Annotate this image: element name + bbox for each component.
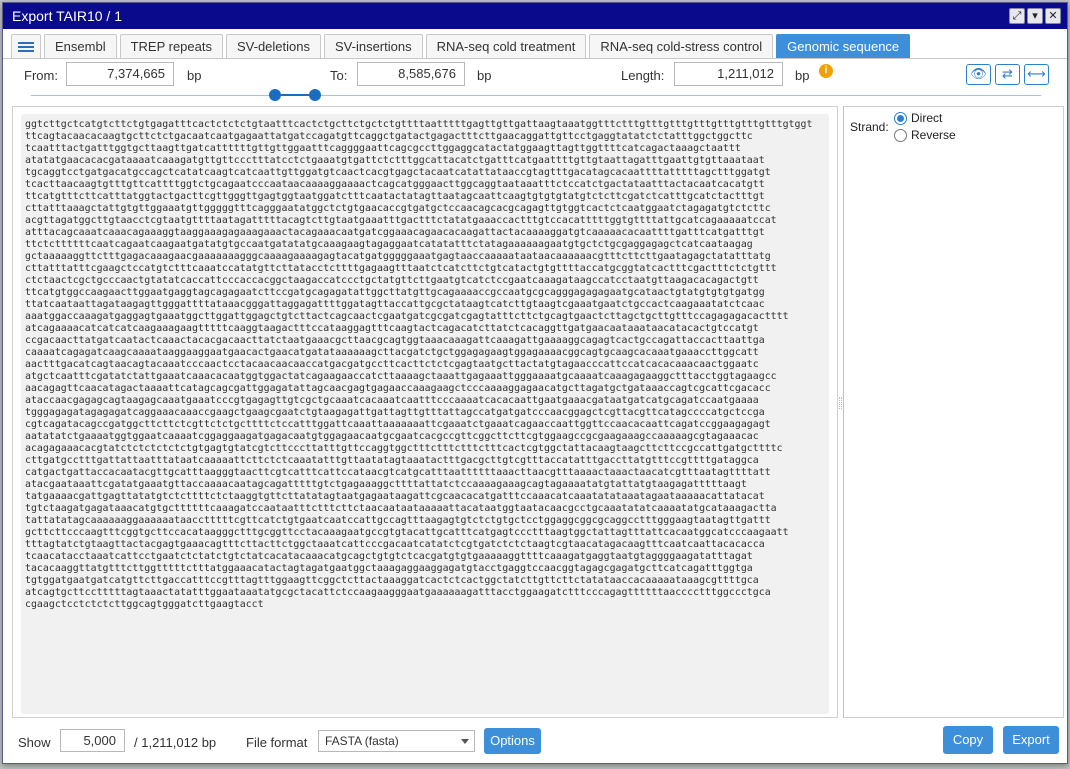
swap-strand-button[interactable]: ⇄ [995,64,1020,85]
tab-genomic-sequence[interactable]: Genomic sequence [776,34,911,58]
show-count-input[interactable]: 5,000 [60,729,125,752]
range-controls: From: 7,374,665 bp To: 8,585,676 bp Leng… [3,59,1067,95]
range-slider-start-handle[interactable] [269,89,281,101]
tab-trep-repeats[interactable]: TREP repeats [119,34,223,58]
file-format-select[interactable]: FASTA (fasta) [318,730,475,752]
options-button[interactable]: Options [484,728,541,754]
close-icon[interactable]: ✕ [1045,8,1061,24]
panel-splitter[interactable] [839,397,842,409]
chevron-down-icon [461,739,469,744]
list-icon [18,41,34,52]
reverse-radio[interactable] [894,128,907,142]
length-input[interactable]: 1,211,012 [674,62,783,86]
length-unit: bp [795,68,810,83]
sequence-textarea[interactable]: ggtcttgctcatgtcttctgtgagatttcactctctctgt… [21,114,829,714]
range-slider-end-handle[interactable] [309,89,321,101]
tab-sv-deletions[interactable]: SV-deletions [226,34,321,58]
direct-radio[interactable] [894,111,907,125]
range-slider-track[interactable] [31,95,1041,96]
file-format-value: FASTA (fasta) [325,734,399,748]
tab-ensembl[interactable]: Ensembl [44,34,117,58]
show-label: Show [18,735,51,750]
title-bar[interactable]: Export TAIR10 / 1 ⤢ ▾ ✕ [3,3,1067,29]
total-length: / 1,211,012 bp [134,735,217,750]
info-icon[interactable]: i [819,64,833,78]
to-label: To: [330,68,348,83]
strand-panel: Strand: Direct Reverse [843,106,1064,718]
copy-button[interactable]: Copy [943,726,993,754]
file-format-label: File format [246,735,308,750]
reverse-label: Reverse [911,128,956,142]
minimize-icon[interactable]: ▾ [1027,8,1043,24]
window-title: Export TAIR10 / 1 [12,8,122,24]
swap-icon: ⇄ [1002,67,1013,82]
tab-rnaseq-cold-treatment[interactable]: RNA-seq cold treatment [425,34,587,58]
fit-range-button[interactable]: ⟷ [1024,64,1049,85]
from-input[interactable]: 7,374,665 [66,62,174,86]
strand-direct-option[interactable]: Direct [894,111,942,125]
strand-label: Strand: [850,120,889,134]
tab-bar: Ensembl TREP repeats SV-deletions SV-ins… [3,29,1067,59]
expand-horizontal-icon: ⟷ [1027,67,1046,82]
view-sequence-button[interactable]: 👁 [966,64,991,85]
to-unit: bp [477,68,492,83]
tab-list-view[interactable] [11,34,41,58]
export-dialog: Export TAIR10 / 1 ⤢ ▾ ✕ Ensembl TREP rep… [2,2,1068,764]
from-label: From: [24,68,58,83]
export-button[interactable]: Export [1003,726,1059,754]
direct-label: Direct [911,111,943,125]
to-input[interactable]: 8,585,676 [357,62,465,86]
maximize-icon[interactable]: ⤢ [1009,8,1025,24]
tab-rnaseq-cold-stress-control[interactable]: RNA-seq cold-stress control [589,34,774,58]
sequence-panel: ggtcttgctcatgtcttctgtgagatttcactctctctgt… [12,106,838,718]
eye-icon: 👁 [970,67,987,82]
sequence-text: ggtcttgctcatgtcttctgtgagatttcactctctctgt… [25,119,813,610]
from-unit: bp [187,68,202,83]
length-label: Length: [621,68,665,83]
tab-sv-insertions[interactable]: SV-insertions [324,34,423,58]
strand-reverse-option[interactable]: Reverse [894,128,956,142]
footer: Show 5,000 / 1,211,012 bp File format FA… [3,725,1067,761]
